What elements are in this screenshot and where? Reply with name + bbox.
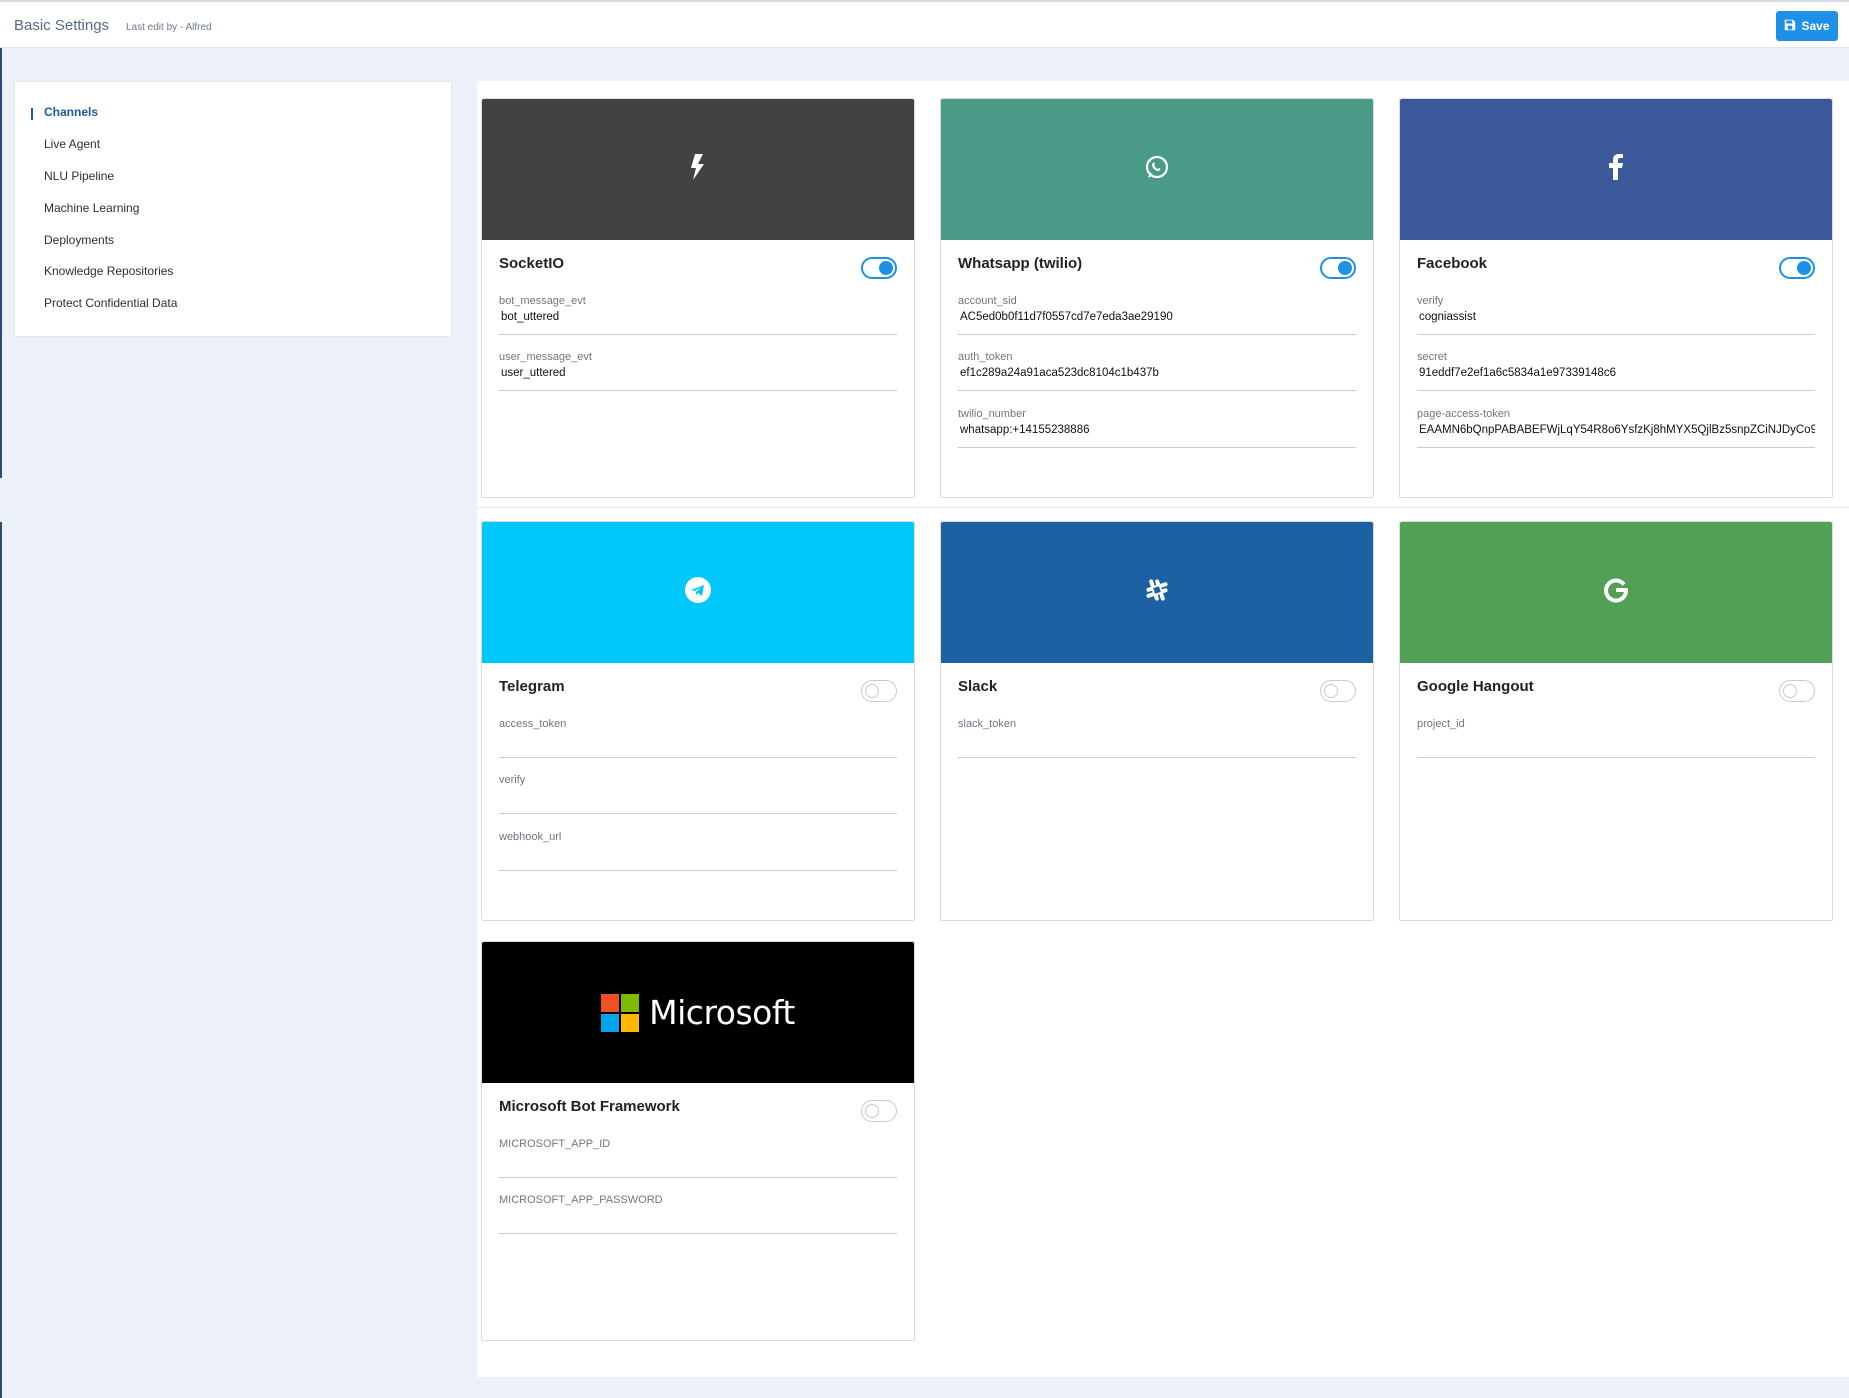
- field-label: account_sid: [958, 295, 1017, 307]
- channel-title: Google Hangout: [1417, 678, 1534, 695]
- top-bar: Basic Settings Last edit by - Alfred Sav…: [0, 0, 1849, 48]
- channel-card-slack: Slack slack_token: [940, 521, 1374, 921]
- channel-enable-toggle[interactable]: [861, 680, 897, 702]
- field-user-message-evt[interactable]: user_message_evt user_uttered: [499, 351, 897, 391]
- row-divider: [477, 507, 1849, 508]
- channel-enable-toggle[interactable]: [1320, 680, 1356, 702]
- sidebar-item-nlu-pipeline[interactable]: NLU Pipeline: [44, 169, 114, 185]
- sidebar-item-protect-confidential-data[interactable]: Protect Confidential Data: [44, 296, 177, 312]
- field-value: ef1c289a24a91aca523dc8104c1b437b: [960, 367, 1159, 379]
- microsoft-logo: Microsoft: [601, 993, 795, 1032]
- settings-sidebar: Channels Live Agent NLU Pipeline Machine…: [14, 81, 452, 337]
- field-verify[interactable]: verify cogniassist: [1417, 295, 1815, 335]
- channel-banner: [482, 522, 914, 663]
- field-value: user_uttered: [501, 367, 566, 379]
- facebook-icon: [1609, 154, 1623, 185]
- field-label: secret: [1417, 351, 1447, 363]
- channel-enable-toggle[interactable]: [861, 257, 897, 279]
- channel-card-telegram: Telegram access_token verify webhook_url: [481, 521, 915, 921]
- left-edge-rule: [0, 522, 2, 1398]
- sidebar-item-channels[interactable]: Channels: [44, 105, 98, 121]
- field-label: auth_token: [958, 351, 1013, 363]
- field-project-id[interactable]: project_id: [1417, 718, 1815, 758]
- field-value: whatsapp:+14155238886: [960, 424, 1090, 436]
- slack-icon: [1144, 577, 1170, 608]
- channel-title: SocketIO: [499, 255, 565, 272]
- field-value: AC5ed0b0f11d7f0557cd7e7eda3ae29190: [960, 311, 1173, 323]
- field-label: project_id: [1417, 718, 1465, 730]
- field-value: cogniassist: [1419, 311, 1476, 323]
- channel-banner: [941, 99, 1373, 240]
- field-label: access_token: [499, 718, 567, 730]
- save-label: Save: [1801, 19, 1830, 33]
- field-bot-message-evt[interactable]: bot_message_evt bot_uttered: [499, 295, 897, 335]
- field-account-sid[interactable]: account_sid AC5ed0b0f11d7f0557cd7e7eda3a…: [958, 295, 1356, 335]
- channel-enable-toggle[interactable]: [1779, 680, 1815, 702]
- channel-banner: Microsoft: [482, 942, 914, 1083]
- field-label: MICROSOFT_APP_PASSWORD: [499, 1194, 663, 1206]
- channel-title: Slack: [958, 678, 998, 695]
- save-icon: [1784, 19, 1796, 34]
- field-page-access-token[interactable]: page-access-token EAAMN6bQnpPABABEFWjLqY…: [1417, 408, 1815, 448]
- field-label: verify: [1417, 295, 1444, 307]
- sidebar-item-deployments[interactable]: Deployments: [44, 233, 114, 249]
- field-verify[interactable]: verify: [499, 774, 897, 814]
- save-button[interactable]: Save: [1776, 11, 1838, 41]
- field-twilio-number[interactable]: twilio_number whatsapp:+14155238886: [958, 408, 1356, 448]
- sidebar-item-knowledge-repositories[interactable]: Knowledge Repositories: [44, 264, 173, 280]
- channel-banner: [1400, 99, 1832, 240]
- bolt-icon: [688, 154, 708, 185]
- channel-title: Whatsapp (twilio): [958, 255, 1083, 272]
- channel-enable-toggle[interactable]: [1779, 257, 1815, 279]
- field-value: bot_uttered: [501, 311, 560, 323]
- channel-banner: [1400, 522, 1832, 663]
- field-label: user_message_evt: [499, 351, 592, 363]
- field-label: verify: [499, 774, 526, 786]
- google-icon: [1603, 577, 1629, 608]
- channel-card-socketio: SocketIO bot_message_evt bot_uttered use…: [481, 98, 915, 498]
- field-microsoft-app-password[interactable]: MICROSOFT_APP_PASSWORD: [499, 1194, 897, 1234]
- channel-title: Telegram: [499, 678, 565, 695]
- channel-enable-toggle[interactable]: [1320, 257, 1356, 279]
- page-title: Basic Settings: [14, 17, 110, 34]
- field-label: page-access-token: [1417, 408, 1510, 420]
- channel-enable-toggle[interactable]: [861, 1100, 897, 1122]
- field-label: MICROSOFT_APP_ID: [499, 1138, 611, 1150]
- channel-banner: [941, 522, 1373, 663]
- field-label: bot_message_evt: [499, 295, 586, 307]
- sidebar-item-live-agent[interactable]: Live Agent: [44, 137, 100, 153]
- channel-card-whatsapp: Whatsapp (twilio) account_sid AC5ed0b0f1…: [940, 98, 1374, 498]
- field-webhook-url[interactable]: webhook_url: [499, 831, 897, 871]
- microsoft-logo-icon: [601, 993, 640, 1032]
- active-item-marker: [31, 108, 33, 120]
- last-edit-label: Last edit by - Alfred: [126, 22, 212, 33]
- sidebar-item-machine-learning[interactable]: Machine Learning: [44, 201, 139, 217]
- field-value: 91eddf7e2ef1a6c5834a1e97339148c6: [1419, 367, 1616, 379]
- field-auth-token[interactable]: auth_token ef1c289a24a91aca523dc8104c1b4…: [958, 351, 1356, 391]
- whatsapp-icon: [1144, 154, 1170, 185]
- field-label: twilio_number: [958, 408, 1026, 420]
- channel-title: Microsoft Bot Framework: [499, 1098, 680, 1115]
- field-access-token[interactable]: access_token: [499, 718, 897, 758]
- field-secret[interactable]: secret 91eddf7e2ef1a6c5834a1e97339148c6: [1417, 351, 1815, 391]
- field-label: slack_token: [958, 718, 1017, 730]
- left-edge-rule: [0, 48, 2, 478]
- channel-title: Facebook: [1417, 255, 1488, 272]
- field-value: EAAMN6bQnpPABABEFWjLqY54R8o6YsfzKj8hMYX5…: [1419, 424, 1815, 436]
- field-label: webhook_url: [499, 831, 562, 843]
- channel-card-microsoft-bot-framework: Microsoft Microsoft Bot Framework MICROS…: [481, 941, 915, 1341]
- field-slack-token[interactable]: slack_token: [958, 718, 1356, 758]
- telegram-icon: [684, 576, 712, 609]
- channel-card-facebook: Facebook verify cogniassist secret 91edd…: [1399, 98, 1833, 498]
- channel-card-google-hangout: Google Hangout project_id: [1399, 521, 1833, 921]
- channel-banner: [482, 99, 914, 240]
- field-microsoft-app-id[interactable]: MICROSOFT_APP_ID: [499, 1138, 897, 1178]
- microsoft-logo-text: Microsoft: [649, 993, 795, 1032]
